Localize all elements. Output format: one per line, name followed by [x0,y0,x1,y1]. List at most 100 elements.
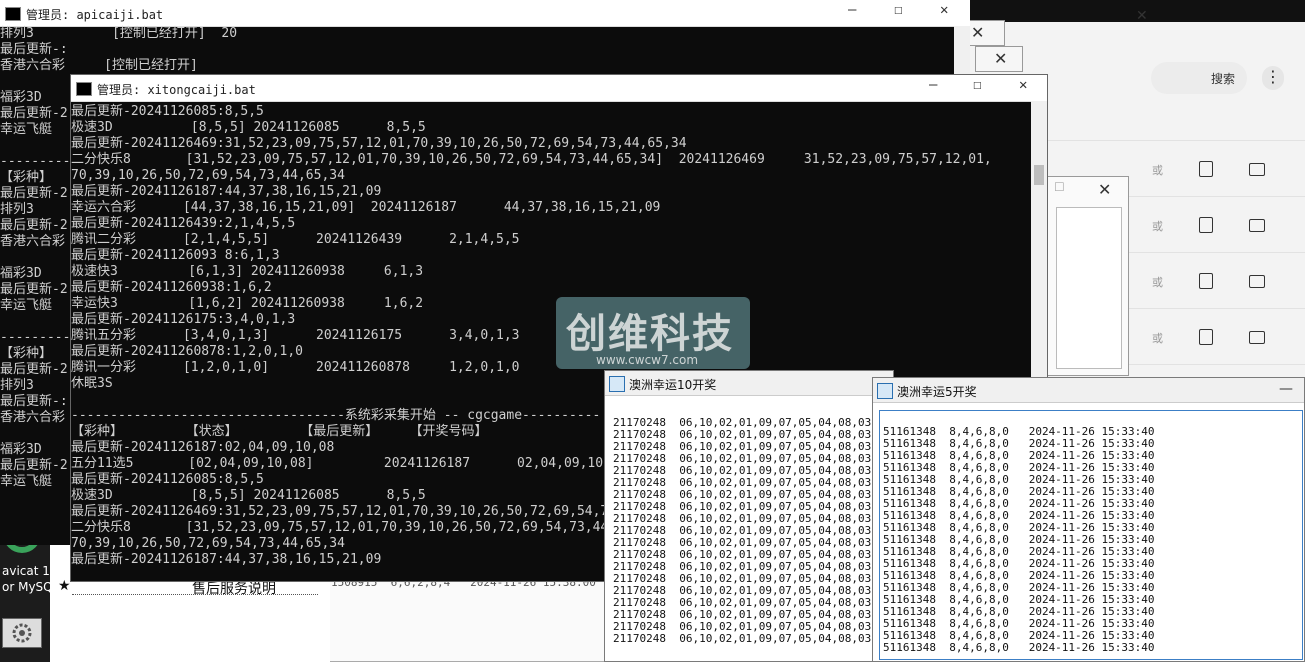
window-macau-lucky10[interactable]: 澳洲幸运10开奖 21170248 06,10,02,01,09,07,05,0… [604,370,894,662]
maximize-icon[interactable]: ☐ [973,77,981,93]
output-line: -----------------------------------系统彩采集… [71,408,601,423]
app-icon [609,376,625,392]
maximize-icon[interactable]: ☐ [894,2,902,18]
background-window: ☐ ✕ [1045,176,1129,376]
window-titlebar[interactable]: 管理员: xitongcaiji.bat — ☐ ✕ [71,75,1047,102]
output-line: 腾讯一分彩 [1,2,0,1,0] 202411260878 1,2,0,1,0 [71,360,520,375]
output-line: 最后更新-20241126175:3,4,0,1,3 [71,312,296,327]
output-line: 腾讯二分彩 [2,1,4,5,5] 20241126439 2,1,4,5,5 [71,232,520,247]
console-app-icon [5,7,21,21]
minimize-icon[interactable]: — [929,77,937,93]
output-line: 最后更新-20241126085:8,5,5 [71,472,264,487]
output-line: 最后更新-2 [0,282,68,297]
window-macau-lucky5[interactable]: 澳洲幸运5开奖 — 51161348 8,4,6,8,0 2024-11-26 … [872,377,1305,662]
window-title: 管理员: xitongcaiji.bat [97,83,256,97]
folder-icon[interactable] [1249,331,1265,344]
output-line: 福彩3D [0,90,42,105]
output-line: 70,39,10,26,50,72,69,54,73,44,65,34 [71,168,345,183]
output-line: 幸运六合彩 [44,37,38,16,15,21,09] 20241126187… [71,200,661,215]
output-line: 排列3 [0,202,34,217]
window-title: 管理员: apicaiji.bat [26,8,164,22]
output-line: 最后更新-20241126439:2,1,4,5,5 [71,216,296,231]
minimize-icon[interactable]: — [848,2,856,18]
output-line: 二分快乐8 [31,52,23,09,75,57,12,01,70,39,10,… [71,152,992,167]
star-icon: ★ [58,578,71,594]
app-icon [877,383,893,399]
background-window: ✕ [975,46,1023,72]
watermark-url: www.cwcw7.com [596,353,699,367]
output-line: 最后更新-2 [0,362,68,377]
watermark-title: 创维科技 [566,311,734,357]
output-line: 极速3D [8,5,5] 20241126085 8,5,5 [71,488,426,503]
minimize-icon[interactable]: — [1279,381,1293,397]
kebab-menu-icon[interactable]: ⋮ [1262,66,1284,90]
output-line: 最后更新-20241126469:31,52,23,09,75,57,12,01… [71,504,687,519]
row-status: 或 [1152,220,1163,233]
window-title: 澳洲幸运10开奖 [629,378,717,392]
window-titlebar[interactable]: 管理员: apicaiji.bat — ☐ ✕ [0,0,970,27]
output-line: 【彩种】 [0,346,53,361]
output-line: 休眠3S [71,376,113,391]
output-line: 70,39,10,26,50,72,69,54,73,44,65,34 [71,536,345,551]
browser-topbar [961,0,1305,22]
output-line: 最后更新-20241126093 8:6,1,3 [71,248,280,263]
output-line: 最后更新-20241126187:44,37,38,16,15,21,09 [71,184,382,199]
document-icon[interactable] [1199,161,1213,177]
output-line: 排列3 [控制已经打开] 20 [0,26,238,41]
console-app-icon [76,82,92,96]
output-line: 最后更新-20241126187:02,04,09,10,08 [71,440,335,455]
close-icon[interactable]: ✕ [1136,8,1148,24]
output-line: 【彩种】 [0,170,53,185]
watermark-logo: 创维科技 www.cwcw7.com [556,297,750,369]
output-line: 最后更新-2 [0,218,68,233]
output-line: 最后更新-202411260878:1,2,0,1,0 [71,344,304,359]
close-icon[interactable]: ✕ [971,23,984,42]
result-row: 51161348 8,4,6,8,0 2024-11-26 15:33:40 [883,641,1155,654]
output-line: 最后更新-20241126085:8,5,5 [71,104,264,119]
output-line: 幸运快3 [1,6,2] 202411260938 1,6,2 [71,296,424,311]
output-line: 香港六合彩 [控制已经打开] [0,58,198,73]
close-icon[interactable]: ✕ [994,49,1007,68]
output-line: 最后更新-: [0,394,68,409]
gear-icon[interactable] [2,618,42,648]
folder-icon[interactable] [1249,275,1265,288]
close-icon[interactable]: ✕ [1098,180,1111,199]
output-line: 最后更新-: [0,42,68,57]
result-row: 21170248 06,10,02,01,09,07,05,04,08,03 2 [613,632,892,645]
document-icon[interactable] [1199,217,1213,233]
output-line: 极速快3 [6,1,3] 202411260938 6,1,3 [71,264,424,279]
output-line: 幸运飞艇 [0,474,53,489]
folder-icon[interactable] [1249,219,1265,232]
navicat-label-line2: or MySQL [2,580,60,594]
output-line: ---------- [0,154,79,169]
output-line: 香港六合彩 [0,410,66,425]
output-line: 最后更新-2 [0,186,68,201]
output-line: 五分11选5 [02,04,09,10,08] 20241126187 02,0… [71,456,627,471]
output-line: 最后更新-202411260938:1,6,2 [71,280,272,295]
navicat-label-line1: avicat 17 [2,564,58,578]
output-line: 幸运飞艇 [0,298,53,313]
output-line: 最后更新-20241126187:44,37,38,16,15,21,09 [71,552,382,567]
window-titlebar[interactable]: 澳洲幸运5开奖 — [873,378,1304,403]
output-line: 【彩种】 【状态】 【最后更新】 【开奖号码】 [71,424,488,439]
scrollbar-thumb[interactable] [1034,165,1044,185]
output-line: 香港六合彩 [0,234,66,249]
output-line: 极速3D [8,5,5] 20241126085 8,5,5 [71,120,426,135]
output-line: 幸运飞艇 [0,122,53,137]
close-icon[interactable]: ✕ [1019,77,1027,93]
output-line: 最后更新-20241126469:31,52,23,09,75,57,12,01… [71,136,687,151]
document-icon[interactable] [1199,329,1213,345]
maximize-icon[interactable]: ☐ [1054,180,1065,194]
window-title: 澳洲幸运5开奖 [897,385,977,399]
row-status: 或 [1152,164,1163,177]
output-line: 福彩3D [0,266,42,281]
close-icon[interactable]: ✕ [940,2,948,18]
output-line: 二分快乐8 [31,52,23,09,75,57,12,01,70,39,10,… [71,520,664,535]
output-line: ---------- [0,330,79,345]
folder-icon[interactable] [1249,163,1265,176]
window-titlebar[interactable]: 澳洲幸运10开奖 [605,371,893,396]
output-line: 最后更新-2 [0,458,68,473]
output-line: 排列3 [0,378,34,393]
document-icon[interactable] [1199,273,1213,289]
row-status: 或 [1152,276,1163,289]
